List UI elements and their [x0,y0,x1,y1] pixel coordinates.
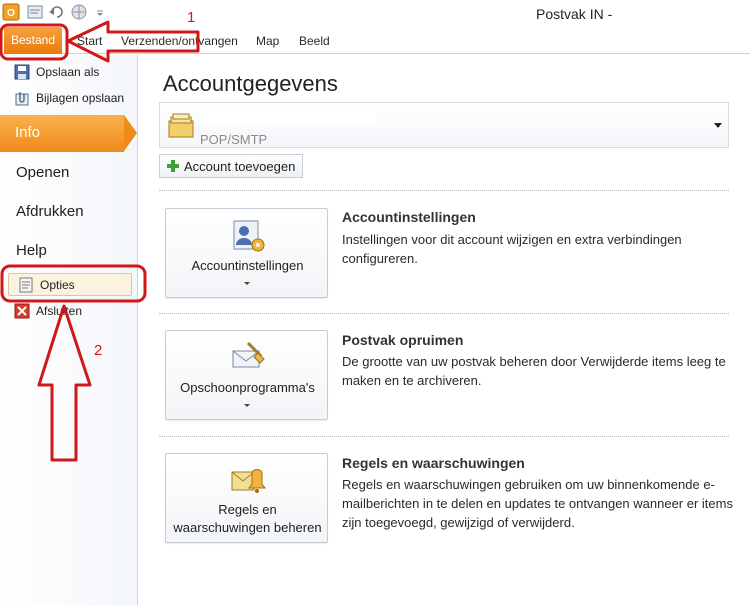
rules-alerts-description: Regels en waarschuwingen gebruiken om uw… [342,477,733,530]
nav-exit-label: Afsluiten [36,304,83,318]
send-receive-icon[interactable] [26,3,44,21]
options-icon [19,277,33,292]
divider [159,436,729,437]
nav-options[interactable]: Opties [8,273,132,296]
nav-save-attachments-label: Bijlagen opslaan [36,91,125,105]
undo-icon[interactable] [48,3,66,21]
mailbox-cleanup-title: Postvak opruimen [342,332,464,348]
account-type: POP/SMTP [200,132,268,147]
chevron-down-icon [244,282,250,285]
nav-info[interactable]: Info [0,115,124,152]
page-title: Accountgegevens [163,71,338,96]
title-bar: O Postvak IN - [0,0,750,28]
save-as-icon [14,64,30,80]
chevron-down-icon [244,404,250,407]
divider [159,313,729,314]
rules-alerts-icon [231,469,266,493]
chevron-down-icon[interactable] [714,123,722,128]
svg-text:O: O [7,8,15,19]
tab-start[interactable]: Start [77,34,102,48]
nav-help[interactable]: Help [16,242,47,259]
window-title: Postvak IN - [536,6,613,22]
divider [159,190,729,191]
nav-save-as[interactable]: Opslaan als [14,61,99,83]
customize-quick-access-icon[interactable] [94,3,106,21]
nav-options-label: Opties [40,277,75,292]
account-settings-icon [233,220,265,252]
nav-exit[interactable]: Afsluiten [14,300,82,322]
account-settings-button[interactable]: Accountinstellingen [165,208,328,298]
nav-save-attachments[interactable]: Bijlagen opslaan [14,87,124,109]
backstage-nav: Opslaan als Bijlagen opslaan Info Openen… [0,55,138,605]
cleanup-tools-icon [232,341,265,368]
manage-rules-alerts-button[interactable]: Regels en waarschuwingen beheren [165,453,328,543]
account-selector[interactable]: POP/SMTP [159,102,729,148]
add-account-label: Account toevoegen [184,158,296,174]
nav-save-as-label: Opslaan als [36,65,100,79]
rules-alerts-title: Regels en waarschuwingen [342,455,525,471]
annotation-step-1: 1 [187,9,196,26]
plus-icon [167,160,179,172]
outlook-logo-icon: O [2,3,20,21]
tab-bestand[interactable]: Bestand [4,27,62,54]
ribbon-tab-bar: Start Verzenden/ontvangen Map Beeld [0,28,750,54]
account-settings-title: Accountinstellingen [342,209,476,225]
nav-print[interactable]: Afdrukken [16,203,84,220]
tab-beeld[interactable]: Beeld [299,34,330,48]
exit-icon [14,303,30,319]
manage-rules-alerts-label-line2: waarschuwingen beheren [173,520,322,535]
nav-open[interactable]: Openen [16,164,69,181]
annotation-step-2: 2 [94,342,103,359]
cleanup-tools-button-label: Opschoonprogramma's [180,380,315,395]
mailbox-cleanup-description: De grootte van uw postvak beheren door V… [342,354,726,388]
quick-access-globe-icon[interactable] [70,3,88,21]
account-info-panel: Accountgegevens POP/SMTP Account toevoeg… [139,55,750,605]
tab-map[interactable]: Map [256,34,279,48]
manage-rules-alerts-label-line1: Regels en [218,502,277,517]
account-settings-description: Instellingen voor dit account wijzigen e… [342,232,682,266]
tab-verzenden-ontvangen[interactable]: Verzenden/ontvangen [121,34,238,48]
mailbox-account-icon [168,113,194,138]
save-attachments-icon [15,92,29,106]
account-name-redacted [200,109,376,125]
nav-info-pointer [124,115,137,151]
cleanup-tools-button[interactable]: Opschoonprogramma's [165,330,328,420]
nav-info-label: Info [15,124,41,141]
add-account-button[interactable]: Account toevoegen [159,154,303,178]
account-settings-button-label: Accountinstellingen [191,258,304,273]
